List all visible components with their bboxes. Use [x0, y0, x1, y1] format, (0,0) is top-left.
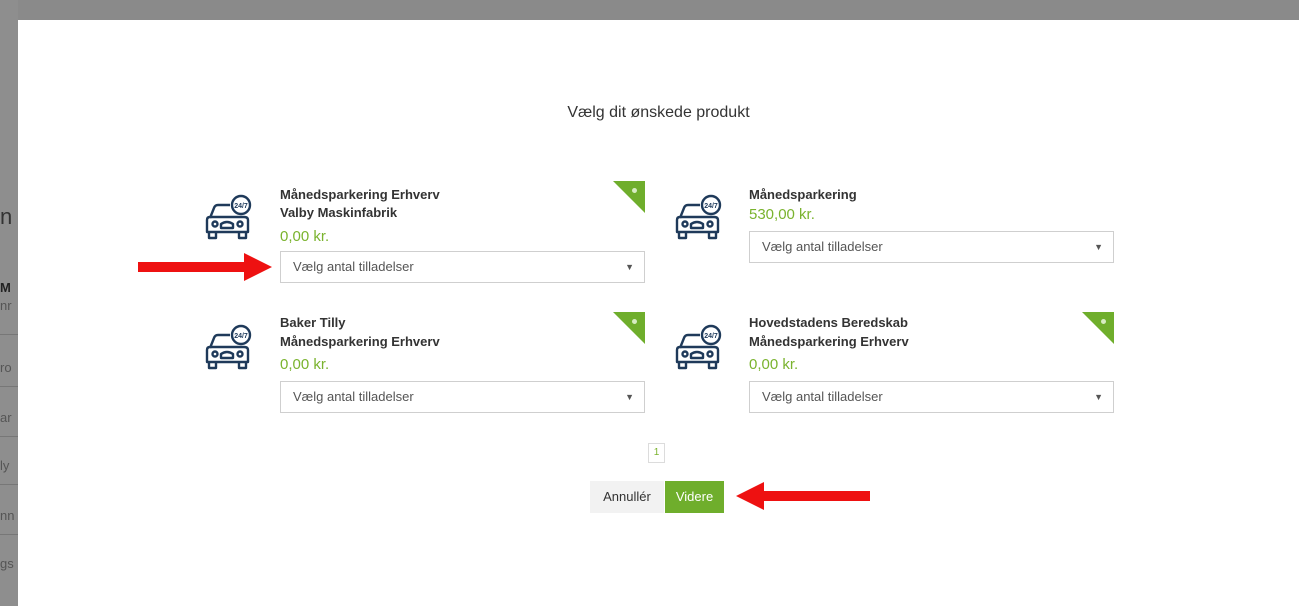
product-price: 0,00 kr. [749, 356, 799, 373]
background-divider [0, 534, 18, 535]
product-name-line2: Valby Maskinfabrik [280, 205, 398, 220]
product-price: 530,00 kr. [749, 206, 815, 223]
background-divider [0, 484, 18, 485]
select-placeholder: Vælg antal tilladelser [762, 389, 883, 404]
product-name-line1: Baker Tilly [280, 315, 346, 330]
background-fragment: nn [0, 508, 15, 523]
lock-badge [613, 181, 645, 213]
svg-text:24/7: 24/7 [234, 203, 248, 210]
product-name-line1: Månedsparkering Erhverv [280, 187, 440, 202]
chevron-down-icon: ▼ [1094, 242, 1103, 252]
svg-text:24/7: 24/7 [704, 203, 718, 210]
background-fragment: n [0, 204, 13, 229]
car-24-7-icon: 24/7 [205, 194, 252, 240]
product-name-line1: Hovedstadens Beredskab [749, 315, 908, 330]
product-name-line2: Månedsparkering Erhverv [749, 334, 909, 349]
pagination-page[interactable]: 1 [648, 443, 665, 463]
lock-icon [632, 319, 637, 324]
modal-title: Vælg dit ønskede produkt [567, 104, 750, 121]
product-selection-modal: Vælg dit ønskede produkt 24/7 Månedspark… [18, 20, 1299, 606]
background-divider [0, 436, 18, 437]
background-fragment: M [0, 280, 11, 295]
background-fragment: ro [0, 360, 12, 375]
lock-icon [632, 188, 637, 193]
quantity-select[interactable]: Vælg antal tilladelser ▼ [280, 251, 645, 283]
background-fragment: nr [0, 298, 12, 313]
quantity-select[interactable]: Vælg antal tilladelser ▼ [280, 381, 645, 413]
background-divider [0, 386, 18, 387]
lock-icon [1101, 319, 1106, 324]
background-fragment: ly [0, 458, 10, 473]
product-name-line2: Månedsparkering Erhverv [280, 334, 440, 349]
select-placeholder: Vælg antal tilladelser [293, 389, 414, 404]
select-placeholder: Vælg antal tilladelser [762, 239, 883, 254]
product-price: 0,00 kr. [280, 228, 330, 245]
background-fragment: ar [0, 410, 12, 425]
svg-text:24/7: 24/7 [704, 333, 718, 340]
product-name-line1: Månedsparkering [749, 187, 857, 202]
chevron-down-icon: ▼ [625, 262, 634, 272]
background-page-strip: n M nr ro ar ly nn gs [0, 0, 18, 606]
cancel-button[interactable]: Annullér [590, 481, 664, 513]
next-button[interactable]: Videre [665, 481, 724, 513]
lock-badge [613, 312, 645, 344]
car-24-7-icon: 24/7 [205, 324, 252, 370]
quantity-select[interactable]: Vælg antal tilladelser ▼ [749, 231, 1114, 263]
background-divider [0, 334, 18, 335]
car-24-7-icon: 24/7 [675, 324, 722, 370]
background-fragment: gs [0, 556, 14, 571]
lock-badge [1082, 312, 1114, 344]
chevron-down-icon: ▼ [1094, 392, 1103, 402]
quantity-select[interactable]: Vælg antal tilladelser ▼ [749, 381, 1114, 413]
chevron-down-icon: ▼ [625, 392, 634, 402]
product-price: 0,00 kr. [280, 356, 330, 373]
svg-text:24/7: 24/7 [234, 333, 248, 340]
annotation-arrow-left [736, 482, 870, 510]
car-24-7-icon: 24/7 [675, 194, 722, 240]
select-placeholder: Vælg antal tilladelser [293, 259, 414, 274]
annotation-arrow-right [138, 253, 272, 281]
